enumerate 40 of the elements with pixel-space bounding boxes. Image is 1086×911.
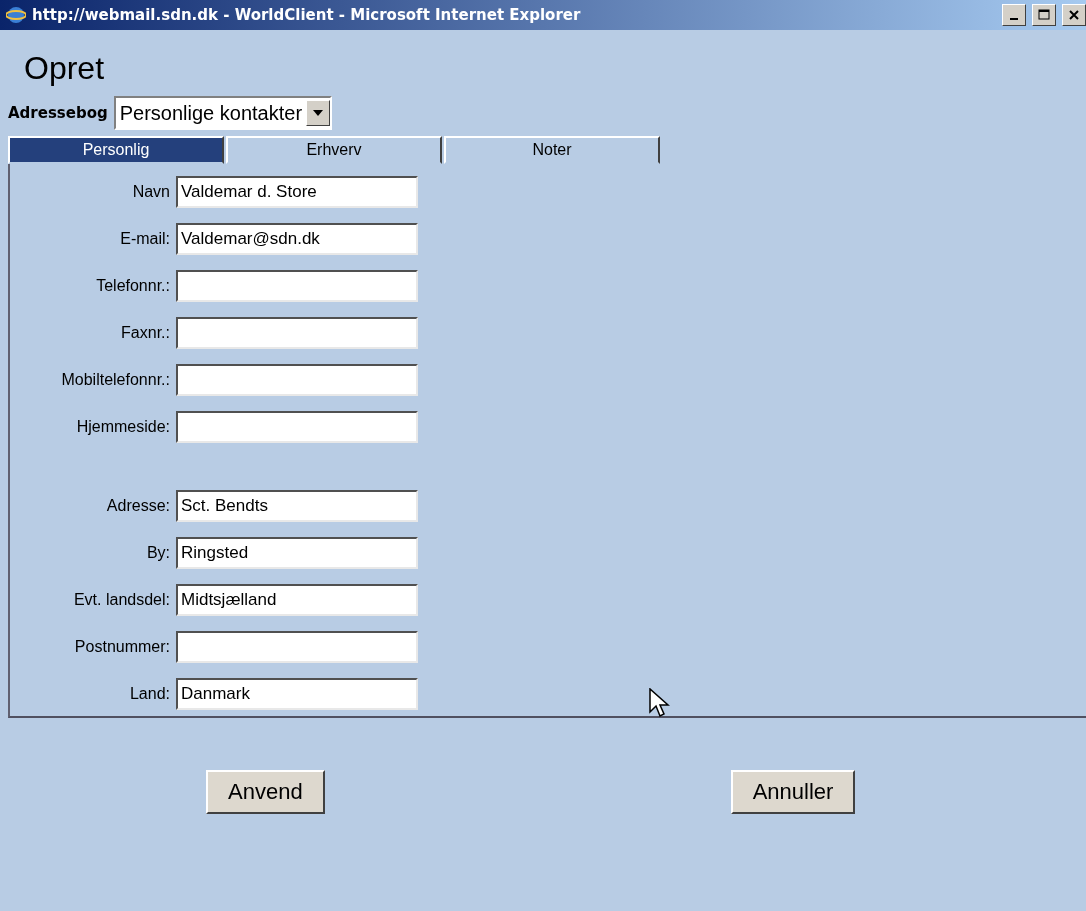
field-label: Telefonnr.: bbox=[95, 277, 170, 295]
page-heading: Opret bbox=[24, 49, 106, 88]
minimize-icon bbox=[1010, 18, 1018, 20]
mouse-cursor-icon bbox=[649, 688, 671, 720]
minimize-button[interactable] bbox=[1002, 4, 1026, 26]
caret-icon bbox=[313, 110, 324, 116]
field-label: Faxnr.: bbox=[120, 324, 170, 342]
tab[interactable]: Erhverv bbox=[226, 136, 442, 164]
close-icon bbox=[1069, 10, 1079, 20]
field-label: By: bbox=[145, 544, 170, 562]
form-button[interactable]: Annuller bbox=[730, 770, 856, 814]
field-label: Evt. landsdel: bbox=[72, 591, 170, 609]
field-label: Mobiltelefonnr.: bbox=[60, 371, 170, 389]
form-button[interactable]: Anvend bbox=[206, 770, 325, 814]
field-label: Hjemmeside: bbox=[75, 418, 170, 436]
field-label: Adresse: bbox=[105, 497, 170, 515]
input-field[interactable]: Danmark bbox=[176, 678, 418, 710]
maximize-button[interactable] bbox=[1032, 4, 1056, 26]
input-field[interactable] bbox=[176, 631, 418, 663]
field-label: E-mail: bbox=[119, 230, 170, 248]
field-label: Postnummer: bbox=[73, 638, 170, 656]
browser-icon bbox=[6, 5, 26, 25]
input-field[interactable] bbox=[176, 364, 418, 396]
input-field[interactable] bbox=[176, 411, 418, 443]
addressbook-label: Adressebog bbox=[8, 104, 108, 122]
tab[interactable]: Noter bbox=[444, 136, 660, 164]
input-field[interactable] bbox=[176, 270, 418, 302]
input-field[interactable]: Valdemar@sdn.dk bbox=[176, 223, 418, 255]
input-field[interactable]: Ringsted bbox=[176, 537, 418, 569]
close-button[interactable] bbox=[1062, 4, 1086, 26]
window-title: http://webmail.sdn.dk - WorldClient - Microsoft Internet Explorer bbox=[32, 6, 582, 24]
input-field[interactable]: Sct. Bendts bbox=[176, 490, 418, 522]
input-field[interactable] bbox=[176, 317, 418, 349]
addressbook-dropdown[interactable]: Personlige kontakter bbox=[113, 96, 333, 130]
maximize-icon bbox=[1038, 9, 1050, 21]
tab[interactable]: Personlig bbox=[8, 136, 224, 164]
field-label: Navn bbox=[131, 183, 170, 201]
field-label: Land: bbox=[128, 685, 170, 703]
input-field[interactable]: Valdemar d. Store bbox=[176, 176, 418, 208]
input-field[interactable]: Midtsjælland bbox=[176, 584, 418, 616]
